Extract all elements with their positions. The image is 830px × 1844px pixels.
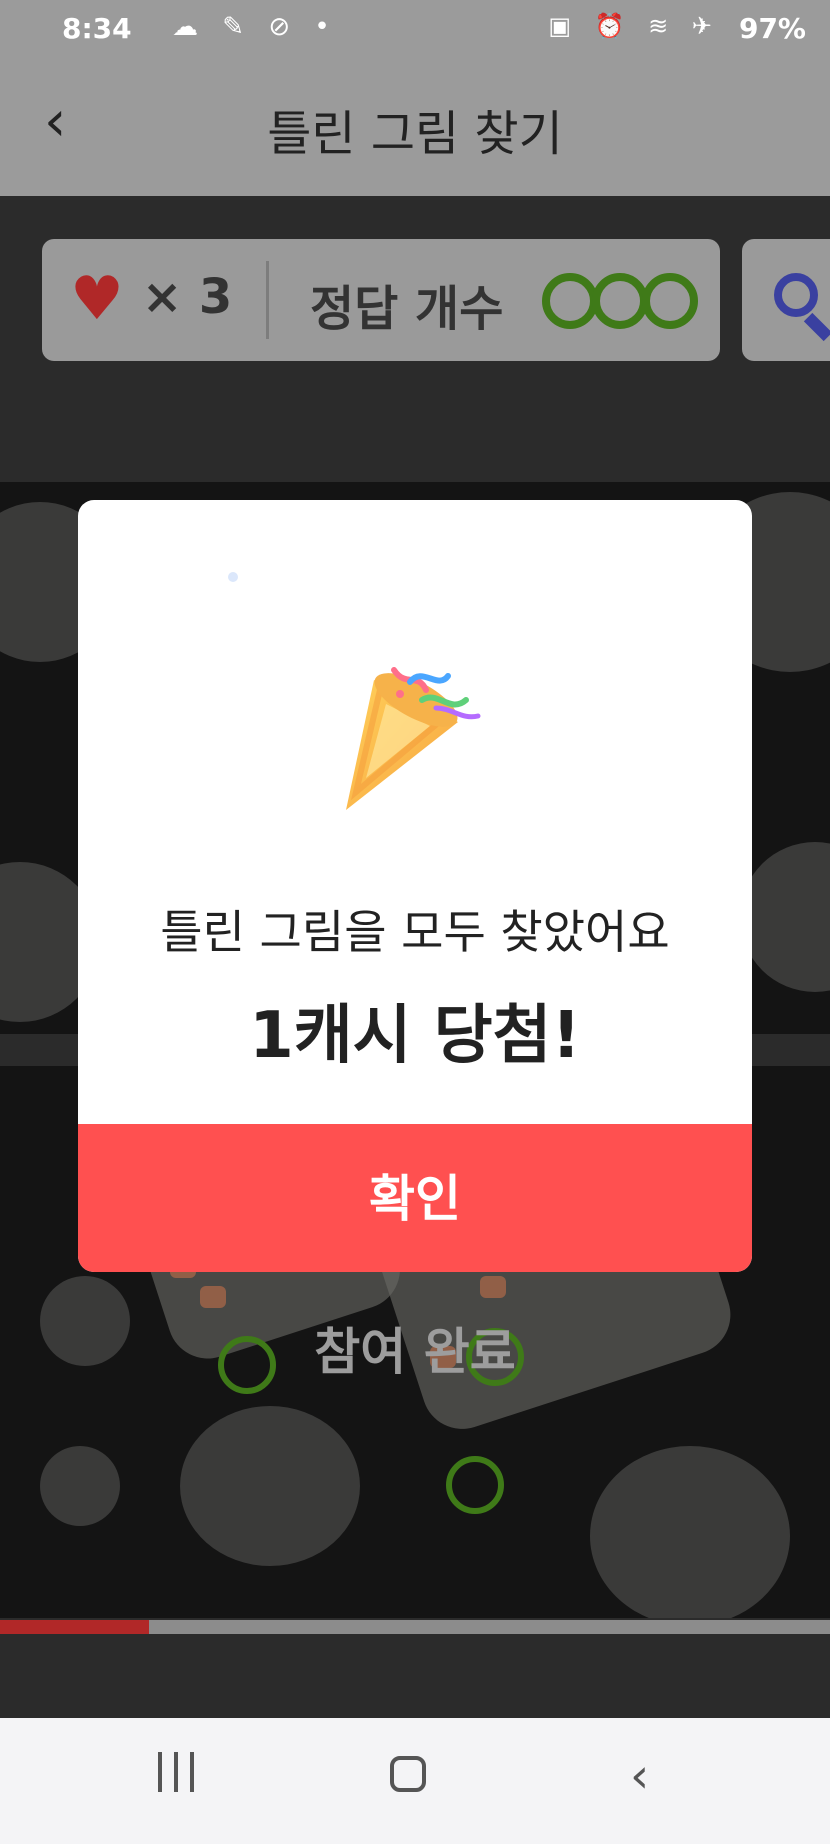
app-bar: ‹ 틀린 그림 찾기 [0, 56, 830, 196]
recent-apps-icon[interactable] [158, 1752, 206, 1800]
hint-button[interactable] [742, 239, 830, 361]
found-difference-marker [446, 1456, 504, 1514]
confetti-dot [228, 572, 238, 582]
answer-circle-icon [642, 273, 698, 329]
success-dialog: 틀린 그림을 모두 찾았어요 1캐시 당첨! 확인 [78, 500, 752, 1272]
confirm-button[interactable]: 확인 [78, 1124, 752, 1272]
magnifier-icon [774, 273, 818, 317]
status-time: 8:34 [62, 12, 132, 45]
plate-shape [740, 842, 830, 992]
answer-count-label: 정답 개수 [310, 281, 504, 337]
plate-shape [590, 1446, 790, 1618]
game-info-card: ♥ × 3 정답 개수 [42, 239, 720, 361]
sushi-piece [200, 1286, 226, 1308]
plate-shape [180, 1406, 360, 1566]
nav-back-icon[interactable]: ‹ [630, 1752, 649, 1800]
status-bar: 8:34 ☁ ✎ ⊘ • ▣ ⏰ ≋ ✈ 97% [0, 0, 830, 56]
lives-count: × 3 [142, 269, 233, 325]
page-title: 틀린 그림 찾기 [267, 106, 563, 162]
party-popper-icon [346, 667, 481, 810]
system-icons: ▣ ⏰ ≋ ✈ [548, 12, 720, 40]
battery-percent: 97% [738, 12, 806, 45]
prize-text: 1캐시 당첨! [249, 999, 581, 1073]
participation-complete-label: 참여 완료 [314, 1323, 516, 1381]
progress-bar [0, 1620, 830, 1634]
answer-circle-icon [542, 273, 598, 329]
answer-circle-icon [592, 273, 648, 329]
plate-shape [40, 1446, 120, 1526]
notification-icons: ☁ ✎ ⊘ • [172, 12, 338, 42]
progress-fill [0, 1620, 150, 1634]
heart-icon: ♥ [70, 264, 124, 334]
dialog-message: 틀린 그림을 모두 찾았어요 [160, 905, 670, 959]
sushi-piece [480, 1276, 506, 1298]
system-navigation-bar: ‹ [0, 1718, 830, 1844]
home-icon[interactable] [390, 1752, 426, 1800]
answer-circles [542, 273, 722, 329]
magnifier-handle [803, 312, 830, 342]
divider [266, 261, 269, 339]
